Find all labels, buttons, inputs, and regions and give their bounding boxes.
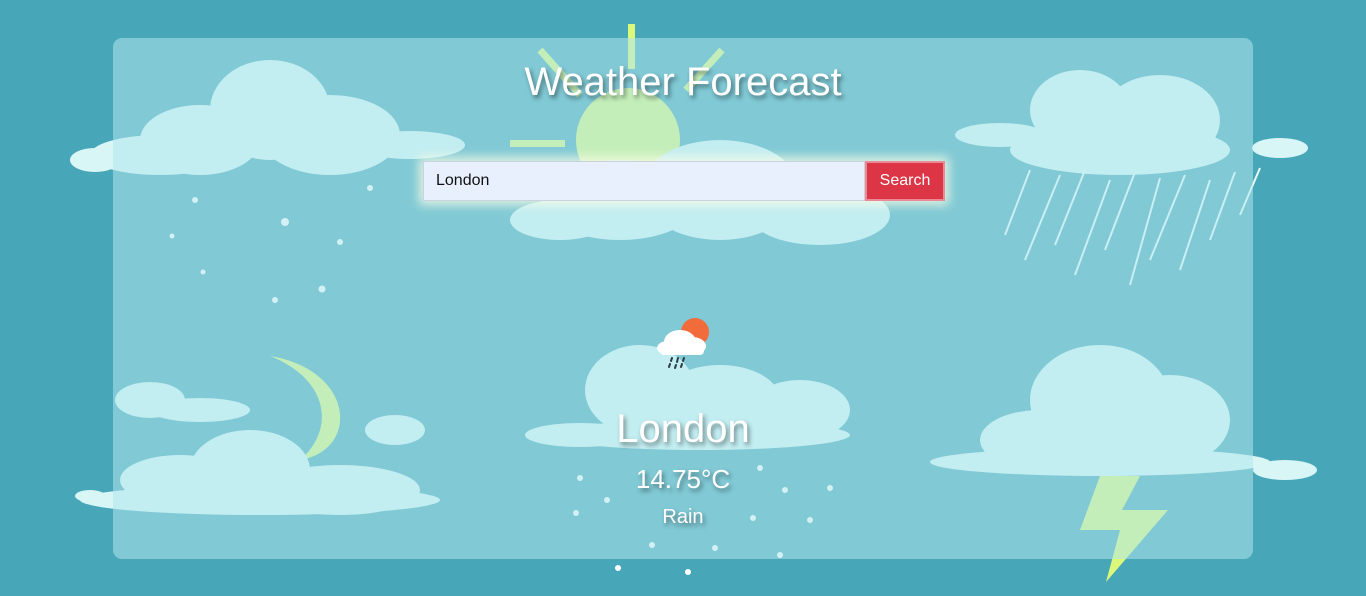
rain-with-sun-icon <box>657 318 709 369</box>
page-title: Weather Forecast <box>524 60 842 104</box>
weather-description: Rain <box>662 506 704 528</box>
city-search-input[interactable] <box>423 161 865 201</box>
temperature-value: 14.75°C <box>635 464 731 494</box>
search-bar: Search <box>423 161 945 201</box>
city-name: London <box>616 407 750 451</box>
search-button[interactable]: Search <box>865 161 945 201</box>
